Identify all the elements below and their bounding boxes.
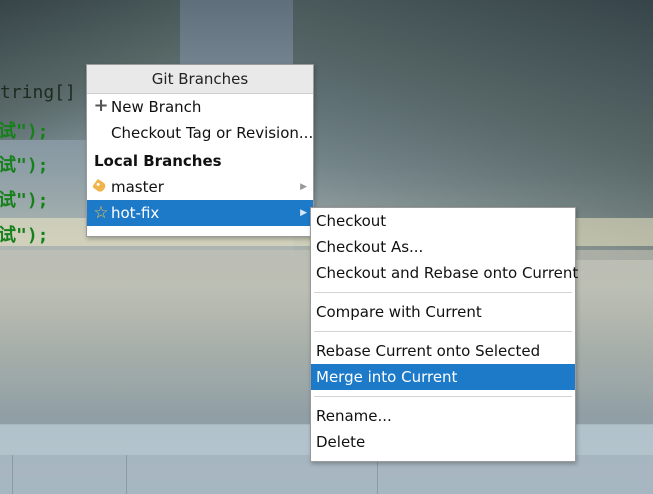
menu-separator	[314, 396, 572, 397]
code-line-1[interactable]: tring[]	[0, 82, 76, 103]
local-branches-header: Local Branches	[94, 152, 222, 170]
checkout-tag-action[interactable]: Checkout Tag or Revision...	[87, 120, 313, 146]
branch-item-hot-fix[interactable]: ☆ hot-fix ▶	[87, 200, 313, 226]
menu-separator	[314, 292, 572, 293]
menu-item-checkout[interactable]: Checkout	[311, 208, 575, 234]
git-branches-popup: Git Branches + New Branch Checkout Tag o…	[86, 64, 314, 237]
chevron-right-icon: ▶	[300, 182, 307, 192]
plus-icon: +	[93, 95, 109, 116]
panel-divider	[12, 455, 13, 494]
branch-label: master	[111, 178, 164, 196]
menu-item-rebase-current[interactable]: Rebase Current onto Selected	[311, 338, 575, 364]
code-line-2[interactable]: 试");	[0, 117, 49, 143]
branch-actions-submenu: Checkout Checkout As... Checkout and Reb…	[310, 207, 578, 462]
checkout-tag-label: Checkout Tag or Revision...	[111, 124, 314, 142]
menu-item-delete[interactable]: Delete	[311, 429, 575, 455]
menu-separator	[314, 331, 572, 332]
tag-icon	[92, 178, 107, 194]
new-branch-label: New Branch	[111, 98, 202, 116]
menu-item-checkout-as[interactable]: Checkout As...	[311, 234, 575, 260]
panel-divider	[126, 455, 127, 494]
popup-title: Git Branches	[87, 65, 313, 94]
branch-label: hot-fix	[111, 204, 160, 222]
menu-item-compare[interactable]: Compare with Current	[311, 299, 575, 325]
chevron-right-icon: ▶	[300, 208, 307, 218]
star-icon: ☆	[93, 203, 109, 223]
menu-item-rename[interactable]: Rename...	[311, 403, 575, 429]
code-line-3[interactable]: 试");	[0, 151, 49, 177]
code-line-5[interactable]: 试");	[0, 221, 49, 247]
branch-item-master[interactable]: master ▶	[87, 174, 313, 200]
code-line-4[interactable]: 试");	[0, 186, 49, 212]
menu-item-checkout-rebase[interactable]: Checkout and Rebase onto Current	[311, 260, 578, 286]
new-branch-action[interactable]: + New Branch	[87, 94, 313, 120]
menu-item-merge-into-current[interactable]: Merge into Current	[311, 364, 575, 390]
